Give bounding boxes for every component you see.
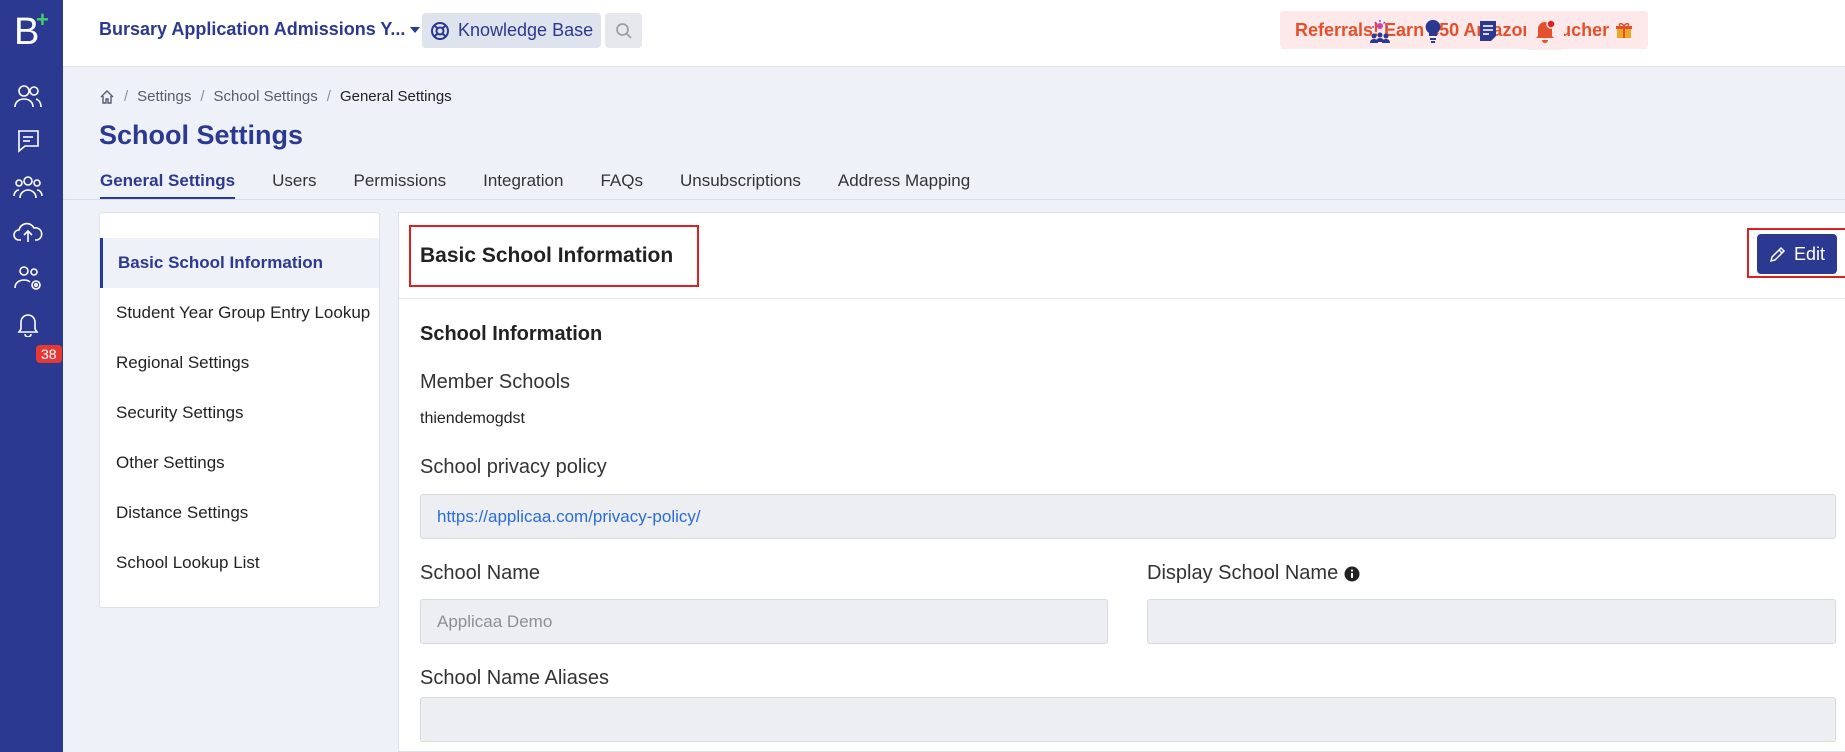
gift-icon [1616, 22, 1633, 38]
celebration-icon[interactable] [1363, 14, 1397, 48]
side-item-security-settings[interactable]: Security Settings [100, 388, 379, 438]
settings-side-menu: Basic School Information Student Year Gr… [99, 212, 380, 608]
side-item-student-year-group-entry-lookup[interactable]: Student Year Group Entry Lookup [100, 288, 379, 338]
side-item-other-settings[interactable]: Other Settings [100, 438, 379, 488]
contacts-icon[interactable] [12, 80, 44, 112]
display-school-name-label-row: Display School Name [1147, 562, 1360, 585]
basic-school-information-panel: Basic School Information Edit School Inf… [398, 212, 1845, 752]
edit-label: Edit [1793, 243, 1826, 264]
cloud-upload-icon[interactable] [12, 216, 44, 248]
edit-button[interactable]: Edit [1757, 234, 1837, 274]
school-name-aliases-field[interactable] [420, 697, 1836, 742]
side-item-regional-settings[interactable]: Regional Settings [100, 338, 379, 388]
application-name: Bursary Application Admissions Y... [99, 19, 406, 39]
knowledge-base-button[interactable]: Knowledge Base [422, 13, 602, 48]
tab-general-settings[interactable]: General Settings [100, 171, 236, 199]
referral-banner[interactable]: Referrals! Earn £50 Amazon Voucher [1280, 11, 1649, 49]
search-button[interactable] [605, 13, 642, 48]
bell-icon [1536, 19, 1556, 43]
application-selector[interactable]: Bursary Application Admissions Y... [99, 19, 421, 40]
groups-icon[interactable] [12, 171, 44, 203]
top-bar: Bursary Application Admissions Y... Know… [63, 0, 1845, 67]
tab-permissions[interactable]: Permissions [354, 171, 447, 199]
panel-title: Basic School Information [409, 225, 699, 287]
lifebuoy-icon [431, 21, 449, 40]
panel-header: Basic School Information Edit [399, 213, 1845, 299]
display-school-name-label: Display School Name [1147, 562, 1339, 584]
member-schools-value: thiendemogdst [420, 410, 525, 427]
settings-tabs: General Settings Users Permissions Integ… [100, 171, 1007, 199]
notification-count-badge: 38 [36, 345, 62, 363]
breadcrumb-separator: / [326, 88, 331, 105]
privacy-policy-label: School privacy policy [420, 456, 607, 478]
left-rail: B + 38 [0, 0, 63, 752]
side-item-school-lookup-list[interactable]: School Lookup List [100, 538, 379, 588]
school-name-field[interactable]: Applicaa Demo [420, 599, 1108, 644]
breadcrumb-separator: / [200, 88, 205, 105]
home-icon[interactable] [99, 89, 115, 105]
tab-faqs[interactable]: FAQs [600, 171, 643, 199]
side-item-distance-settings[interactable]: Distance Settings [100, 488, 379, 538]
caret-down-icon [410, 26, 421, 33]
info-icon[interactable] [1344, 566, 1360, 582]
section-title: School Information [420, 323, 603, 345]
user-settings-icon[interactable] [12, 262, 44, 294]
tab-address-mapping[interactable]: Address Mapping [838, 171, 970, 199]
privacy-policy-field[interactable]: https://applicaa.com/privacy-policy/ [420, 494, 1836, 539]
pencil-icon [1769, 246, 1786, 262]
school-name-label: School Name [420, 562, 541, 584]
tabs-divider [63, 199, 1845, 200]
knowledge-base-label: Knowledge Base [458, 20, 594, 40]
messages-icon[interactable] [12, 125, 44, 157]
side-item-basic-school-information[interactable]: Basic School Information [100, 238, 379, 288]
edit-button-highlight: Edit [1747, 228, 1845, 278]
notifications-bell-icon[interactable] [12, 308, 44, 340]
breadcrumb-school-settings-link[interactable]: School Settings [214, 88, 318, 105]
member-schools-label: Member Schools [420, 371, 571, 393]
lightbulb-icon[interactable] [1416, 14, 1450, 48]
logo-plus-icon: + [36, 7, 49, 32]
display-school-name-field[interactable] [1147, 599, 1836, 644]
breadcrumb-settings-link[interactable]: Settings [137, 88, 191, 105]
breadcrumb: / Settings / School Settings / General S… [99, 88, 452, 105]
tab-unsubscriptions[interactable]: Unsubscriptions [680, 171, 801, 199]
breadcrumb-current: General Settings [339, 88, 452, 105]
tab-integration[interactable]: Integration [483, 171, 563, 199]
app-logo[interactable]: B + [14, 7, 50, 52]
alerts-bell-button[interactable] [1526, 12, 1564, 50]
page-title: School Settings [99, 120, 304, 150]
school-name-aliases-label: School Name Aliases [420, 667, 609, 689]
notes-icon[interactable] [1471, 14, 1505, 48]
search-icon [615, 22, 632, 39]
breadcrumb-separator: / [124, 88, 129, 105]
tab-users[interactable]: Users [272, 171, 316, 199]
